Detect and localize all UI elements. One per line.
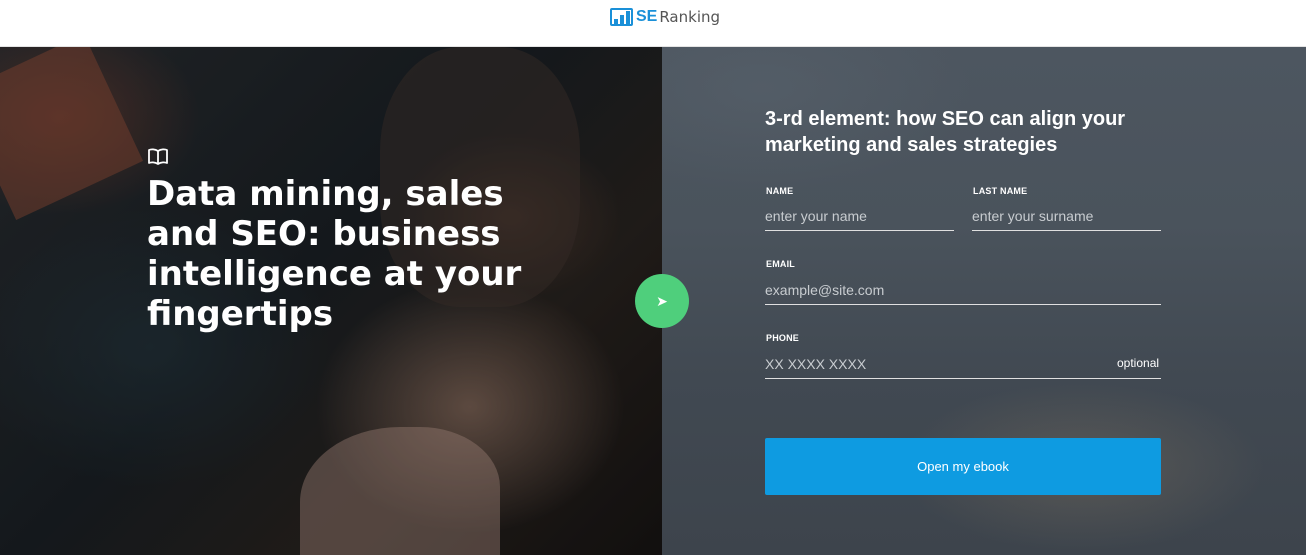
- email-input[interactable]: [765, 275, 1161, 304]
- phone-input[interactable]: [765, 349, 1161, 378]
- last-name-label: LAST NAME: [973, 186, 1028, 196]
- logo-text-se: SE: [636, 8, 658, 25]
- email-label: EMAIL: [766, 259, 795, 269]
- name-label: NAME: [766, 186, 794, 196]
- phone-optional-hint: optional: [1117, 356, 1160, 370]
- name-field-wrapper: [765, 201, 954, 231]
- email-field-wrapper: [765, 275, 1161, 305]
- hero-headline: Data mining, sales and SEO: business int…: [147, 174, 522, 334]
- form-title: 3-rd element: how SEO can align your mar…: [765, 108, 1126, 156]
- top-header: SE Ranking: [0, 0, 1306, 47]
- open-ebook-button[interactable]: Open my ebook: [765, 438, 1161, 495]
- name-input[interactable]: [765, 201, 954, 230]
- se-ranking-logo[interactable]: SE Ranking: [610, 7, 720, 27]
- play-icon[interactable]: ➤: [635, 274, 689, 328]
- last-name-field-wrapper: [972, 201, 1161, 231]
- bar-chart-logo-icon: [610, 8, 633, 26]
- phone-field-wrapper: [765, 349, 1161, 379]
- phone-label: PHONE: [766, 333, 800, 343]
- last-name-input[interactable]: [972, 201, 1161, 230]
- logo-text-ranking: Ranking: [659, 8, 721, 26]
- book-icon: [148, 148, 168, 165]
